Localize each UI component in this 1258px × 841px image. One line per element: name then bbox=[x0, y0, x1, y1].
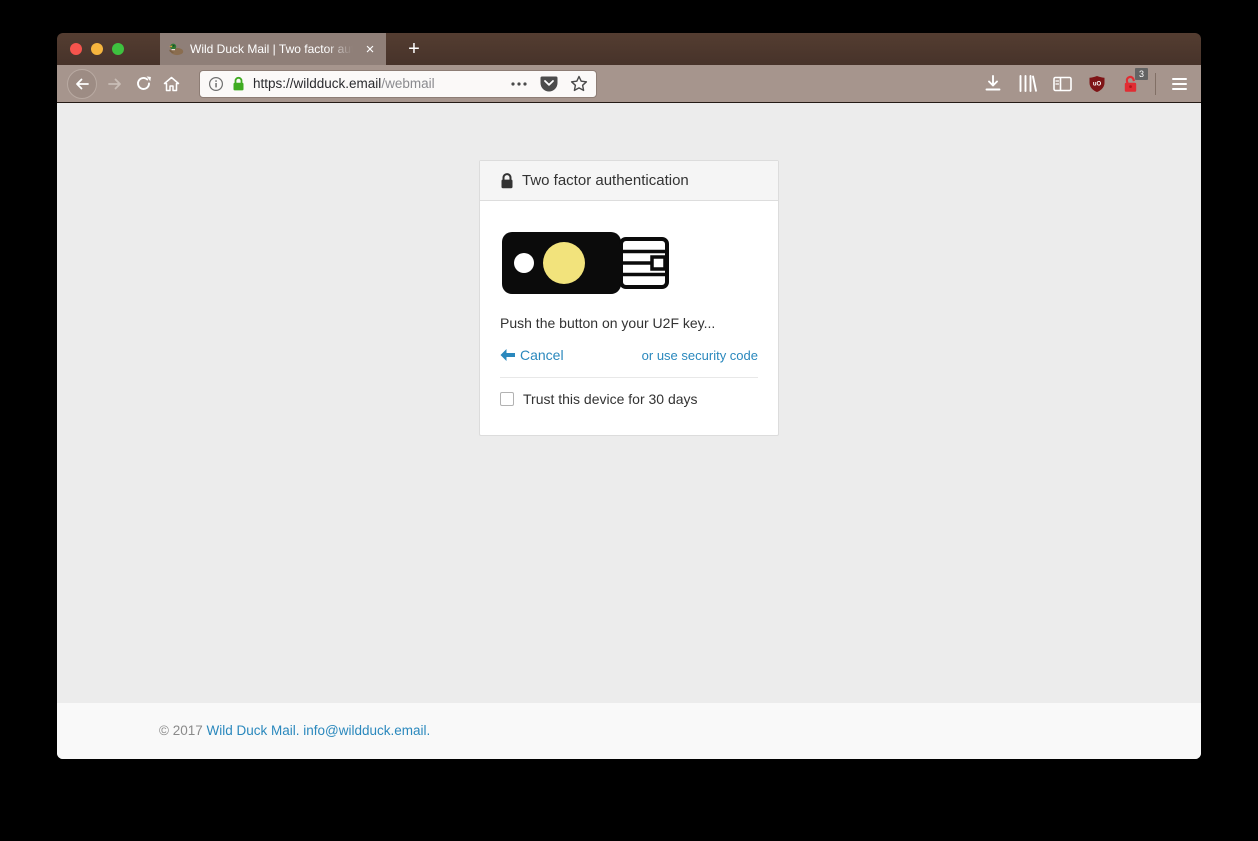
navigation-toolbar: https://wildduck.email/webmail bbox=[57, 65, 1201, 103]
url-bar[interactable]: https://wildduck.email/webmail bbox=[199, 70, 597, 98]
secure-lock-icon[interactable] bbox=[231, 76, 246, 92]
zoom-window-button[interactable] bbox=[112, 43, 124, 55]
card-header: Two factor authentication bbox=[480, 161, 778, 201]
library-icon[interactable] bbox=[1018, 75, 1037, 92]
tab-title: Wild Duck Mail | Two factor auth bbox=[190, 42, 356, 56]
home-button[interactable] bbox=[157, 70, 185, 98]
card-divider bbox=[500, 377, 758, 378]
page-actions-icon[interactable] bbox=[510, 81, 528, 87]
toolbar-divider bbox=[1155, 73, 1156, 95]
close-window-button[interactable] bbox=[70, 43, 82, 55]
browser-tab[interactable]: Wild Duck Mail | Two factor auth × bbox=[160, 33, 386, 65]
page-content: Two factor authentication Push the butto… bbox=[57, 103, 1201, 759]
page-footer: © 2017 Wild Duck Mail. info@wildduck.ema… bbox=[57, 703, 1201, 759]
menu-icon bbox=[1172, 78, 1187, 80]
url-text[interactable]: https://wildduck.email/webmail bbox=[253, 76, 503, 91]
forward-button[interactable] bbox=[101, 70, 129, 98]
cancel-label: Cancel bbox=[520, 347, 564, 363]
traffic-lights bbox=[57, 33, 138, 65]
ublock-icon[interactable]: uO bbox=[1088, 75, 1106, 93]
pocket-icon[interactable] bbox=[540, 75, 558, 92]
two-factor-card: Two factor authentication Push the butto… bbox=[479, 160, 779, 436]
reload-icon bbox=[135, 75, 152, 92]
main-area: Two factor authentication Push the butto… bbox=[57, 103, 1201, 703]
new-tab-button[interactable]: + bbox=[397, 33, 431, 65]
url-host: https://wildduck.email bbox=[253, 76, 381, 91]
tab-close-icon[interactable]: × bbox=[362, 42, 378, 57]
duck-icon bbox=[168, 41, 184, 57]
forward-icon bbox=[107, 76, 123, 92]
back-arrow-icon bbox=[500, 349, 515, 361]
trust-device-label: Trust this device for 30 days bbox=[523, 391, 698, 407]
lock-extension-button[interactable]: 3 bbox=[1122, 75, 1139, 93]
bookmark-star-icon[interactable] bbox=[570, 75, 588, 92]
brand-link[interactable]: Wild Duck Mail. bbox=[207, 723, 300, 738]
footer-text: © 2017 Wild Duck Mail. info@wildduck.ema… bbox=[144, 703, 1114, 738]
contact-email-link[interactable]: info@wildduck.email. bbox=[303, 723, 430, 738]
sidebar-icon[interactable] bbox=[1053, 76, 1072, 92]
back-button[interactable] bbox=[67, 69, 97, 99]
ublock-label: uO bbox=[1093, 81, 1102, 87]
back-icon bbox=[74, 76, 90, 92]
card-body: Push the button on your U2F key... Cance… bbox=[480, 201, 778, 435]
trust-device-row[interactable]: Trust this device for 30 days bbox=[500, 391, 758, 407]
menu-button[interactable] bbox=[1172, 78, 1187, 90]
u2f-instruction: Push the button on your U2F key... bbox=[500, 315, 758, 331]
minimize-window-button[interactable] bbox=[91, 43, 103, 55]
title-bar: Wild Duck Mail | Two factor auth × + bbox=[57, 33, 1201, 65]
cancel-link[interactable]: Cancel bbox=[500, 347, 564, 363]
copyright-text: © 2017 bbox=[159, 723, 203, 738]
extension-badge: 3 bbox=[1135, 68, 1148, 80]
action-links-row: Cancel or use security code bbox=[500, 347, 758, 363]
use-security-code-link[interactable]: or use security code bbox=[642, 348, 758, 363]
url-path: /webmail bbox=[381, 76, 434, 91]
download-icon[interactable] bbox=[984, 75, 1002, 92]
info-icon[interactable] bbox=[208, 76, 224, 92]
lock-icon bbox=[500, 173, 514, 189]
toolbar-right-icons: uO 3 bbox=[984, 73, 1191, 95]
browser-window: Wild Duck Mail | Two factor auth × + bbox=[57, 33, 1201, 759]
card-title: Two factor authentication bbox=[522, 172, 689, 189]
u2f-key-image bbox=[500, 227, 675, 299]
home-icon bbox=[163, 76, 180, 92]
trust-device-checkbox[interactable] bbox=[500, 392, 514, 406]
reload-button[interactable] bbox=[129, 70, 157, 98]
